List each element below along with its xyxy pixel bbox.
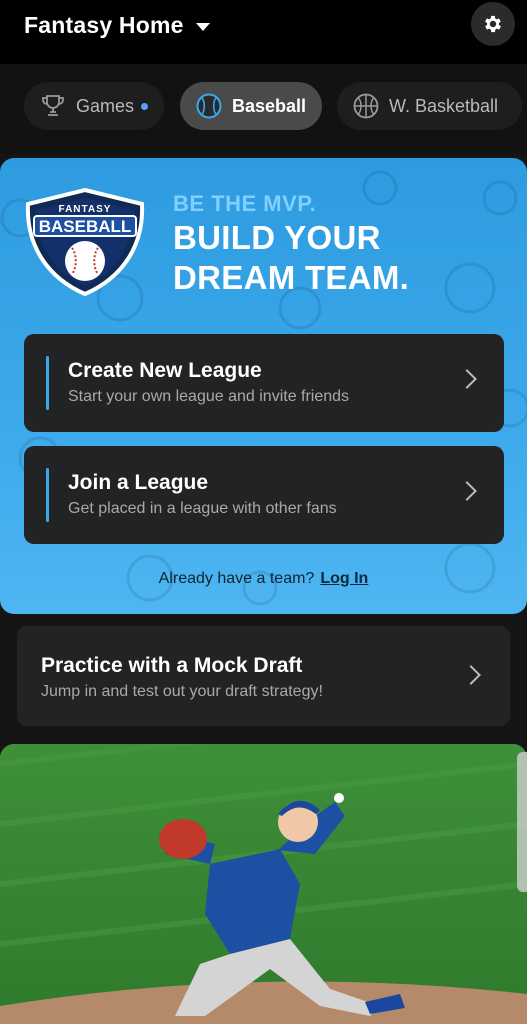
create-league-title: Create New League (68, 359, 262, 382)
pitcher-image (0, 744, 527, 1024)
gear-icon (485, 15, 501, 33)
fantasy-baseball-logo: FANTASY BASEBALL (25, 187, 145, 297)
login-prompt: Already have a team? Log In (0, 570, 527, 588)
settings-button[interactable] (471, 2, 515, 46)
mock-draft-title: Practice with a Mock Draft (41, 654, 303, 677)
svg-text:FANTASY: FANTASY (59, 204, 112, 215)
trophy-icon (42, 95, 64, 116)
tab-baseball-label: Baseball (231, 95, 306, 116)
tab-w-basketball[interactable]: W. Basketball (337, 82, 522, 130)
create-league-subtitle: Start your own league and invite friends (68, 388, 350, 405)
app-title-dropdown[interactable]: Fantasy Home (24, 10, 210, 40)
accent-bar (46, 468, 49, 522)
tab-games-label: Games (75, 95, 134, 116)
chevron-right-icon (457, 369, 477, 389)
sport-tabs: Games Baseball W. Basketball (0, 64, 527, 154)
baseball-icon (196, 93, 222, 119)
join-league-text: Join a League Get placed in a league wit… (68, 470, 337, 520)
promo-photo[interactable] (0, 744, 527, 1024)
tab-w-basketball-label: W. Basketball (389, 95, 499, 116)
join-league-button[interactable]: Join a League Get placed in a league wit… (24, 446, 504, 544)
chevron-right-icon (457, 481, 477, 501)
basketball-icon (353, 93, 379, 119)
hero-headline: BUILD YOUR DREAM TEAM. (173, 219, 410, 296)
hero-card: FANTASY BASEBALL BE THE MVP. BUILD YOUR … (0, 158, 527, 614)
mock-draft-button[interactable]: Practice with a Mock Draft Jump in and t… (17, 626, 510, 726)
log-in-link[interactable]: Log In (320, 570, 368, 587)
next-card-peek[interactable] (517, 752, 527, 892)
top-bar: Fantasy Home (0, 0, 527, 64)
svg-text:BASEBALL: BASEBALL (39, 217, 132, 236)
create-league-text: Create New League Start your own league … (68, 358, 349, 408)
tab-baseball[interactable]: Baseball (180, 82, 322, 130)
notification-dot (141, 102, 148, 110)
chevron-right-icon (461, 665, 481, 685)
chevron-down-icon (195, 22, 210, 31)
create-league-button[interactable]: Create New League Start your own league … (24, 334, 504, 432)
login-prompt-text: Already have a team? (158, 570, 315, 587)
join-league-subtitle: Get placed in a league with other fans (68, 500, 337, 517)
tab-games[interactable]: Games (24, 82, 164, 130)
mock-draft-subtitle: Jump in and test out your draft strategy… (41, 683, 323, 700)
accent-bar (46, 356, 49, 410)
join-league-title: Join a League (68, 471, 209, 494)
page-title: Fantasy Home (24, 12, 184, 38)
hero-tagline: BE THE MVP. (173, 191, 317, 216)
